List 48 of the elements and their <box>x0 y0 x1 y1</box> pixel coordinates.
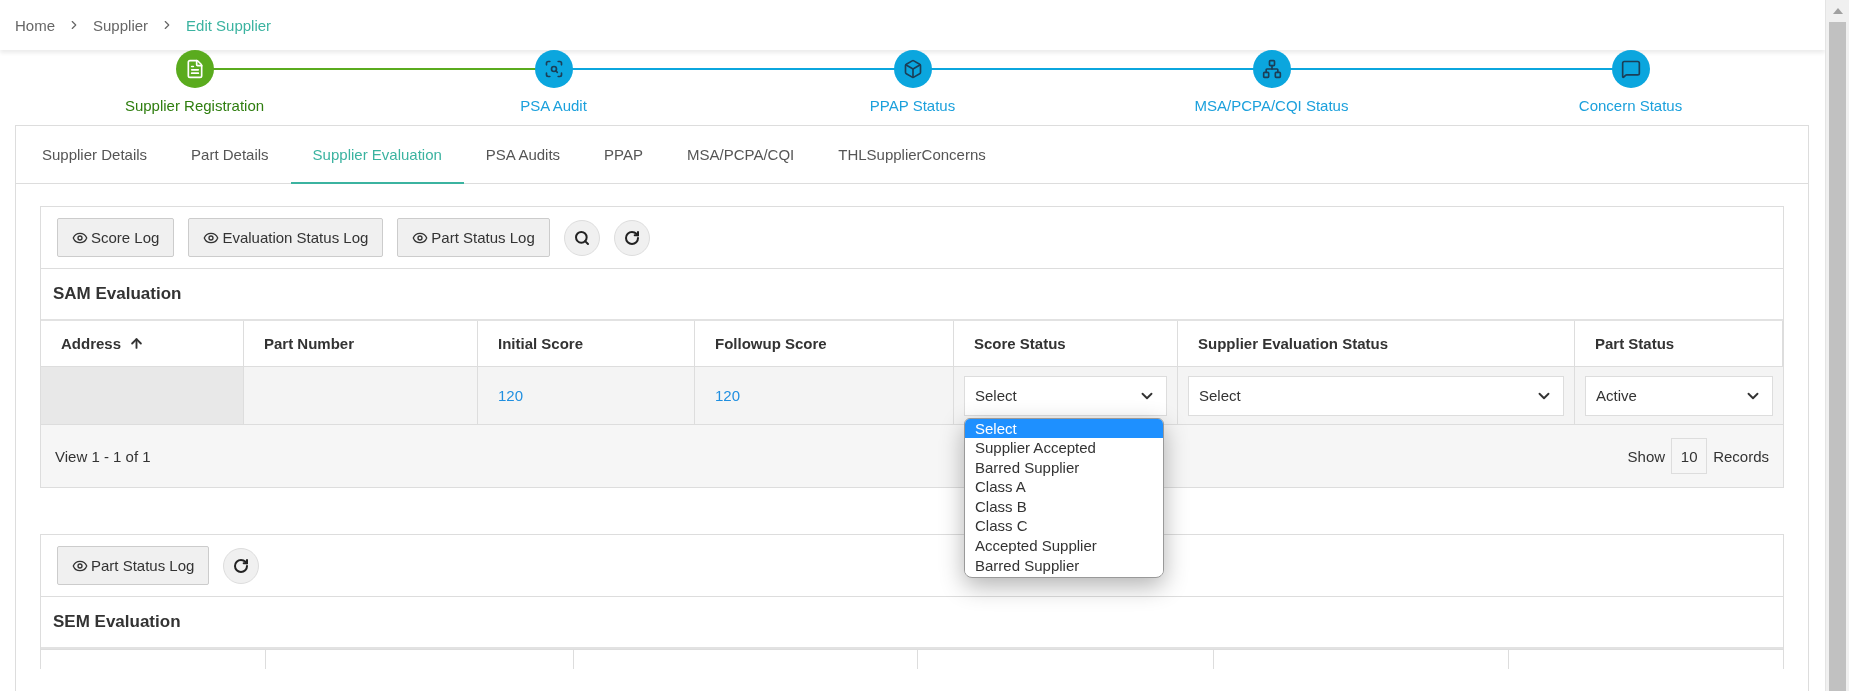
records-label: Records <box>1713 447 1769 465</box>
refresh-icon <box>623 229 640 246</box>
log-button[interactable]: Score Log <box>57 218 175 257</box>
section-title: SAM Evaluation <box>41 269 1783 321</box>
step-circle[interactable] <box>1611 50 1650 88</box>
refresh-button[interactable] <box>613 219 650 256</box>
select-field[interactable]: Active <box>1585 375 1773 416</box>
select-field[interactable]: Select <box>1188 375 1564 416</box>
dropdown-option[interactable]: Supplier Accepted <box>965 438 1163 458</box>
show-label: Show <box>1627 447 1666 465</box>
log-button[interactable]: Part Status Log <box>397 218 550 257</box>
tab[interactable]: THLSupplierConcerns <box>816 126 1008 184</box>
step-label: PPAP Status <box>869 97 956 114</box>
tab[interactable]: Part Details <box>169 126 291 184</box>
record-count: View 1 - 1 of 1 <box>55 447 151 465</box>
step-icon <box>1261 59 1282 79</box>
step-circle[interactable] <box>534 50 573 88</box>
step-icon <box>1620 59 1641 79</box>
refresh-button[interactable] <box>223 547 260 584</box>
step-circle[interactable] <box>1252 50 1291 88</box>
dropdown-option[interactable]: Class B <box>965 496 1163 517</box>
step-label: MSA/PCPA/CQI Status <box>1194 97 1349 114</box>
step-label: PSA Audit <box>520 97 587 114</box>
tab[interactable]: MSA/PCPA/CQI <box>665 126 817 184</box>
refresh-icon <box>233 557 250 574</box>
step-icon <box>902 59 923 79</box>
dropdown-option[interactable]: Barred Supplier <box>965 555 1163 576</box>
breadcrumb-link[interactable]: Supplier <box>93 16 149 34</box>
dropdown-option[interactable]: Accepted Supplier <box>965 536 1163 556</box>
scrollbar[interactable] <box>1825 0 1849 691</box>
log-button[interactable]: Evaluation Status Log <box>188 218 384 257</box>
search-icon <box>573 229 590 246</box>
section-title: SEM Evaluation <box>41 597 1783 649</box>
step-circle[interactable] <box>893 50 932 88</box>
search-button[interactable] <box>563 219 600 256</box>
log-button[interactable]: Part Status Log <box>57 546 210 585</box>
tab[interactable]: PSA Audits <box>463 126 583 184</box>
dropdown-option[interactable]: Class A <box>965 477 1163 497</box>
step-icon <box>543 59 564 79</box>
select-field[interactable]: Select <box>964 375 1167 416</box>
step-label: Supplier Registration <box>124 97 265 114</box>
tab[interactable]: PPAP <box>582 126 665 184</box>
tab[interactable]: Supplier Details <box>20 126 170 184</box>
dropdown-option[interactable]: Barred Supplier <box>965 457 1163 478</box>
page-size-field[interactable]: 10 <box>1671 438 1708 474</box>
breadcrumb-link[interactable]: Home <box>15 16 55 34</box>
step-label: Concern Status <box>1578 97 1683 114</box>
dropdown-option[interactable]: Class C <box>965 516 1163 537</box>
